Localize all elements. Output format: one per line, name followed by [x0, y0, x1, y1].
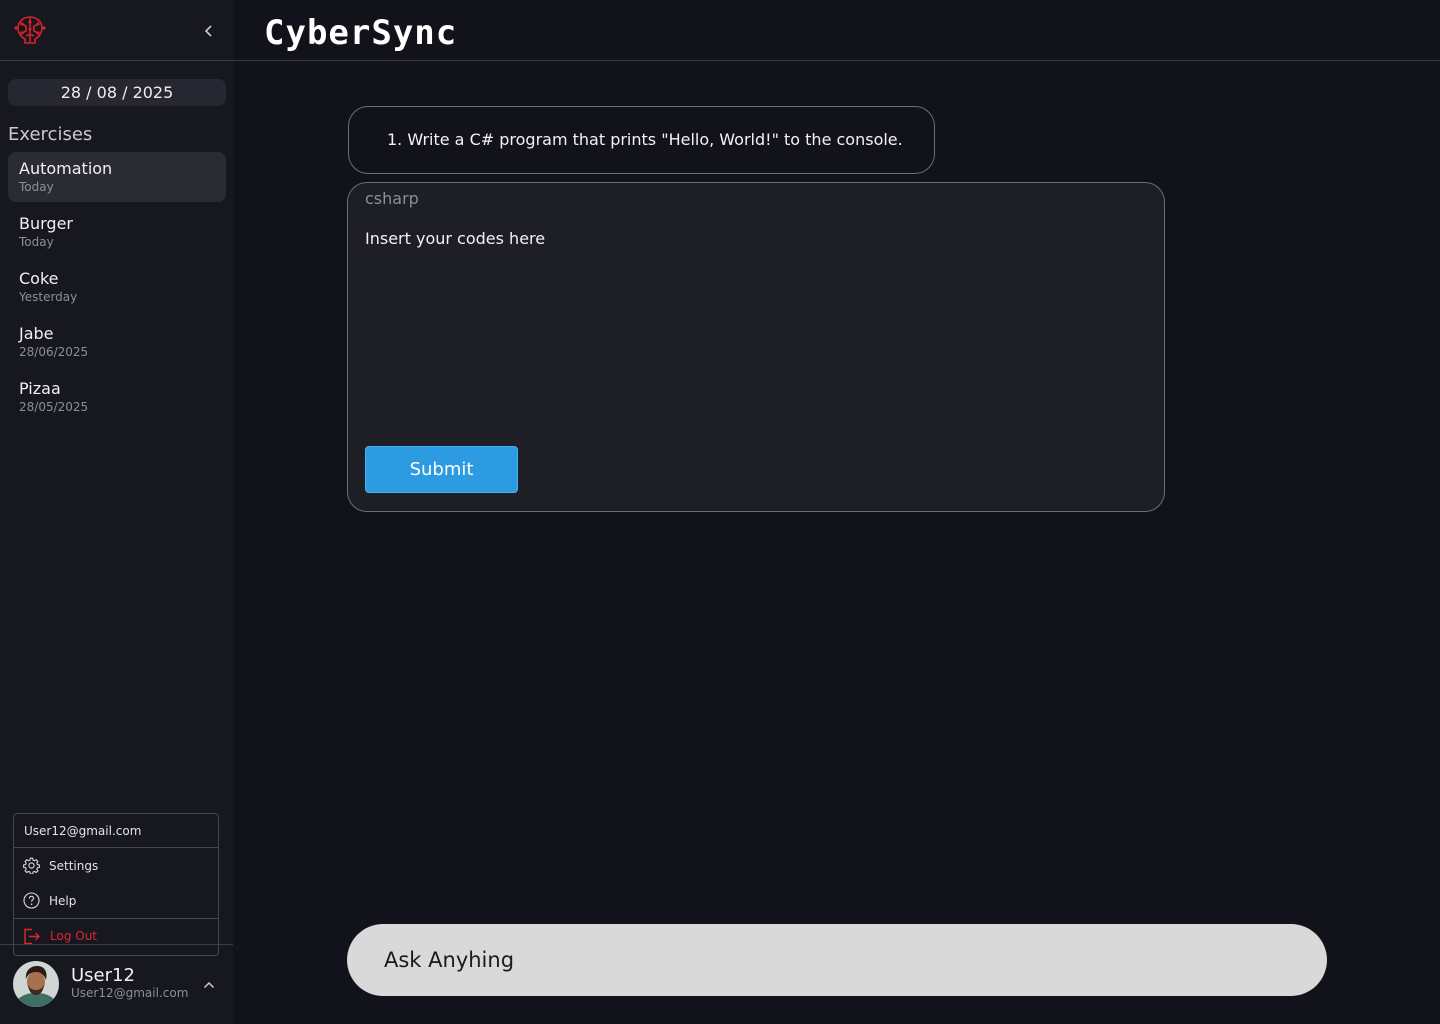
logout-icon	[24, 928, 40, 944]
exercise-list: Automation Today Burger Today Coke Yeste…	[8, 152, 226, 427]
user-name: User12	[71, 965, 135, 986]
question-bubble: 1. Write a C# program that prints "Hello…	[348, 106, 935, 174]
menu-item-settings[interactable]: Settings	[14, 848, 218, 883]
exercise-item[interactable]: Automation Today	[8, 152, 226, 202]
account-menu: User12@gmail.com Settings Help Log Out	[13, 813, 219, 956]
exercise-date: 28/05/2025	[19, 400, 89, 414]
sidebar: 28 / 08 / 2025 Exercises Automation Toda…	[0, 0, 233, 1024]
exercise-name: Jabe	[19, 324, 54, 343]
avatar	[13, 961, 59, 1007]
brand-logo[interactable]: CyberSync	[264, 13, 457, 53]
exercise-item[interactable]: Burger Today	[8, 207, 226, 257]
exercise-item[interactable]: Pizaa 28/05/2025	[8, 372, 226, 422]
help-circle-icon	[23, 892, 40, 909]
sidebar-header	[0, 0, 233, 61]
gear-icon	[23, 857, 40, 874]
menu-item-label: Settings	[49, 858, 99, 873]
language-label: csharp	[365, 189, 419, 208]
account-menu-email: User12@gmail.com	[14, 814, 218, 848]
date-display: 28 / 08 / 2025	[8, 79, 226, 106]
top-header: CyberSync	[233, 0, 1440, 61]
exercises-heading: Exercises	[8, 124, 93, 145]
menu-item-label: Help	[49, 893, 77, 908]
exercise-date: Today	[19, 180, 54, 194]
submit-button[interactable]: Submit	[365, 446, 518, 493]
exercise-item[interactable]: Coke Yesterday	[8, 262, 226, 312]
ask-bar	[347, 924, 1327, 996]
chevron-up-icon[interactable]	[198, 975, 220, 995]
code-input[interactable]	[365, 229, 1145, 409]
logo-icon[interactable]	[12, 14, 48, 46]
exercise-name: Pizaa	[19, 379, 61, 398]
exercise-name: Coke	[19, 269, 59, 288]
user-profile[interactable]: User12 User12@gmail.com	[0, 944, 233, 1024]
exercise-item[interactable]: Jabe 28/06/2025	[8, 317, 226, 367]
menu-item-help[interactable]: Help	[14, 883, 218, 918]
user-email: User12@gmail.com	[71, 986, 189, 1000]
menu-item-label: Log Out	[50, 929, 98, 943]
code-editor-panel: csharp Submit	[347, 182, 1165, 512]
exercise-date: 28/06/2025	[19, 345, 89, 359]
chevron-left-icon[interactable]	[198, 20, 220, 42]
exercise-date: Today	[19, 235, 54, 249]
exercise-name: Burger	[19, 214, 73, 233]
ask-input[interactable]	[347, 924, 1327, 996]
exercise-date: Yesterday	[19, 290, 78, 304]
exercise-name: Automation	[19, 159, 113, 178]
